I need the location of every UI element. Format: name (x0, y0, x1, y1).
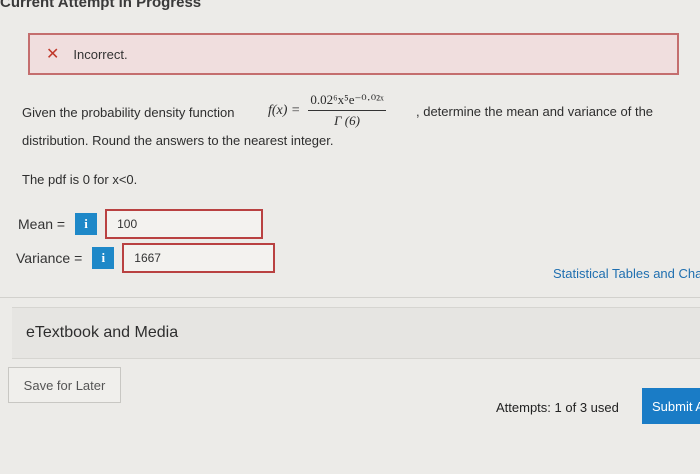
question-tail: , determine the mean and variance of the (416, 104, 654, 119)
pdf-note: The pdf is 0 for x<0. (22, 172, 138, 187)
mean-label: Mean = (18, 216, 66, 232)
info-icon[interactable]: i (92, 247, 115, 269)
formula-fraction: 0.02⁶x⁵e⁻⁰·⁰²ˣ Γ (6) (308, 92, 386, 129)
page-header-title: Current Attempt in Progress (0, 0, 202, 11)
section-divider (0, 297, 700, 298)
save-for-later-button[interactable]: Save for Later (8, 367, 121, 403)
close-icon: ✕ (46, 46, 60, 63)
incorrect-alert: ✕ Incorrect. (28, 33, 679, 75)
pdf-formula: f(x) = 0.02⁶x⁵e⁻⁰·⁰²ˣ Γ (6) (268, 92, 386, 129)
submit-answer-button[interactable]: Submit A (642, 388, 700, 424)
formula-fx: f(x) = (268, 102, 301, 118)
question-line-2: distribution. Round the answers to the n… (22, 133, 334, 148)
variance-row: Variance = i 1667 (16, 243, 276, 273)
alert-text: Incorrect. (73, 46, 128, 62)
mean-input[interactable]: 100 (105, 209, 264, 239)
info-icon[interactable]: i (75, 213, 98, 235)
statistical-tables-link[interactable]: Statistical Tables and Cha (553, 266, 700, 281)
etextbook-media-section[interactable]: eTextbook and Media (12, 307, 700, 359)
formula-numerator: 0.02⁶x⁵e⁻⁰·⁰²ˣ (308, 92, 386, 111)
question-intro: Given the probability density function (22, 105, 235, 120)
variance-input[interactable]: 1667 (122, 243, 276, 273)
variance-label: Variance = (16, 250, 83, 266)
attempts-counter: Attempts: 1 of 3 used (496, 400, 619, 415)
formula-denominator: Γ (6) (334, 113, 360, 128)
mean-row: Mean = i 100 (18, 209, 264, 239)
